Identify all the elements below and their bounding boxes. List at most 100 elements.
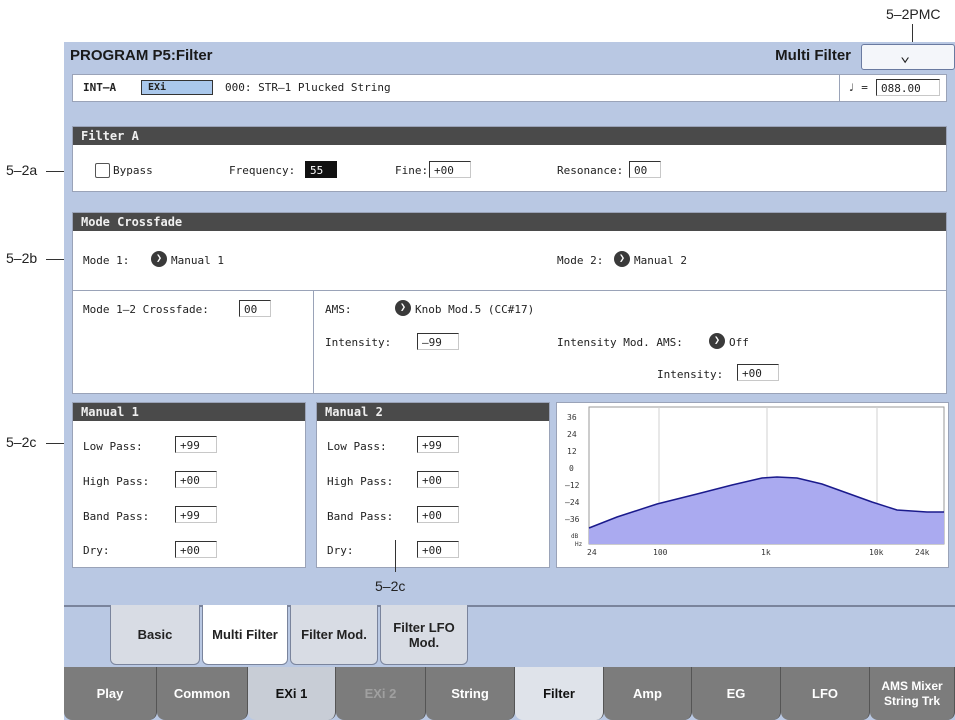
ams-label: AMS: (325, 303, 352, 316)
chevron-right-icon: ❯ (618, 253, 626, 264)
frequency-label: Frequency: (229, 164, 296, 177)
unit-db: dB (571, 533, 579, 540)
mode1-value: Manual 1 (171, 254, 224, 267)
x-tick-label: 24 (587, 548, 597, 557)
m1-band-pass-label: Band Pass: (83, 510, 150, 523)
program-screen: PROGRAM P5:Filter Multi Filter ⌄ INT–A E… (64, 42, 955, 720)
m2-dry-field[interactable]: +00 (417, 541, 459, 558)
mode2-popup-button[interactable]: ❯ (614, 251, 630, 267)
tab-play[interactable]: Play (64, 667, 157, 720)
intensity-label: Intensity: (325, 336, 392, 349)
program-name[interactable]: 000: STR–1 Plucked String (225, 81, 391, 94)
fine-label: Fine: (395, 164, 429, 177)
callout-5-2c-bottom: 5–2c (375, 578, 406, 594)
tab-amp[interactable]: Amp (604, 667, 692, 720)
y-tick-label: –24 (565, 498, 580, 507)
tab-filter-lfo-mod[interactable]: Filter LFO Mod. (380, 605, 468, 665)
manual1-header: Manual 1 (73, 403, 305, 421)
manual2-header: Manual 2 (317, 403, 549, 421)
y-tick-label: 24 (567, 430, 577, 439)
tab-lfo[interactable]: LFO (781, 667, 870, 720)
m1-dry-field[interactable]: +00 (175, 541, 217, 558)
intensity-mod-ams-label: Intensity Mod. AMS: (557, 336, 683, 349)
m1-high-pass-label: High Pass: (83, 475, 150, 488)
bypass-label: Bypass (113, 164, 153, 177)
mode2-label: Mode 2: (557, 254, 604, 267)
mode1-popup-button[interactable]: ❯ (151, 251, 167, 267)
m1-dry-label: Dry: (83, 544, 110, 557)
title-bar: PROGRAM P5:Filter Multi Filter ⌄ (64, 42, 955, 70)
callout-pmc: 5–2PMC (886, 6, 941, 22)
engine-badge: EXi (141, 80, 213, 95)
page-tab-bar: Basic Multi Filter Filter Mod. Filter LF… (64, 605, 955, 669)
chevron-right-icon: ❯ (155, 253, 163, 264)
tab-eg[interactable]: EG (692, 667, 781, 720)
m1-low-pass-field[interactable]: +99 (175, 436, 217, 453)
filter-response-svg: 36 24 12 0 –12 –24 –36 dB Hz 24 100 1k 1… (565, 406, 945, 557)
filter-response-graph: 36 24 12 0 –12 –24 –36 dB Hz 24 100 1k 1… (556, 402, 949, 568)
bypass-checkbox[interactable] (95, 163, 110, 178)
tab-exi-2[interactable]: EXi 2 (336, 667, 426, 720)
callout-5-2a: 5–2a (6, 162, 38, 178)
page-menu-button[interactable]: ⌄ (861, 44, 955, 70)
intensity2-field[interactable]: +00 (737, 364, 779, 381)
tab-ams-mixer-string-trk[interactable]: AMS Mixer String Trk (870, 667, 955, 720)
page-title: PROGRAM P5:Filter (70, 47, 213, 64)
frequency-field[interactable]: 55 (305, 161, 337, 178)
x-tick-label: 10k (869, 548, 884, 557)
intensity-mod-ams-popup-button[interactable]: ❯ (709, 333, 725, 349)
intensity2-label: Intensity: (657, 368, 724, 381)
m2-band-pass-field[interactable]: +00 (417, 506, 459, 523)
y-tick-label: 36 (567, 413, 577, 422)
ams-popup-button[interactable]: ❯ (395, 300, 411, 316)
crossfade-ams-panel: Mode 1–2 Crossfade: 00 AMS: ❯ Knob Mod.5… (72, 290, 947, 394)
tab-basic[interactable]: Basic (110, 605, 200, 665)
intensity-mod-ams-value: Off (729, 336, 749, 349)
y-tick-label: 0 (569, 464, 574, 473)
mode-crossfade-panel: Mode Crossfade Mode 1: ❯ Manual 1 Mode 2… (72, 212, 947, 292)
tab-exi-1[interactable]: EXi 1 (248, 667, 336, 720)
filter-a-header: Filter A (73, 127, 946, 145)
unit-hz: Hz (575, 541, 583, 548)
x-tick-label: 100 (653, 548, 668, 557)
m2-low-pass-label: Low Pass: (327, 440, 387, 453)
callout-5-2b: 5–2b (6, 250, 38, 266)
fine-field[interactable]: +00 (429, 161, 471, 178)
mode1-label: Mode 1: (83, 254, 130, 267)
crossfade-field[interactable]: 00 (239, 300, 271, 317)
m1-band-pass-field[interactable]: +99 (175, 506, 217, 523)
divider (313, 291, 314, 393)
y-tick-label: –36 (565, 515, 580, 524)
page-menu-label: Multi Filter (775, 47, 851, 64)
tab-filter[interactable]: Filter (515, 667, 604, 720)
tempo-symbol: ♩ = (848, 81, 868, 94)
graph-y-ticks: 36 24 12 0 –12 –24 –36 (565, 413, 580, 524)
divider (839, 75, 840, 101)
tab-string[interactable]: String (426, 667, 515, 720)
x-tick-label: 1k (761, 548, 771, 557)
filter-a-panel: Filter A Bypass Frequency: 55 Fine: +00 … (72, 126, 947, 192)
m2-high-pass-label: High Pass: (327, 475, 394, 488)
ams-value: Knob Mod.5 (CC#17) (415, 303, 535, 316)
tab-multi-filter[interactable]: Multi Filter (202, 605, 288, 665)
callout-5-2c: 5–2c (6, 434, 37, 450)
m1-high-pass-field[interactable]: +00 (175, 471, 217, 488)
m2-low-pass-field[interactable]: +99 (417, 436, 459, 453)
mode-crossfade-header: Mode Crossfade (73, 213, 946, 231)
m2-band-pass-label: Band Pass: (327, 510, 394, 523)
manual2-panel: Manual 2 Low Pass: +99 High Pass: +00 Ba… (316, 402, 550, 568)
tempo-field[interactable]: 088.00 (876, 79, 940, 96)
tab-common[interactable]: Common (157, 667, 248, 720)
resonance-field[interactable]: 00 (629, 161, 661, 178)
x-tick-label: 24k (915, 548, 930, 557)
m2-high-pass-field[interactable]: +00 (417, 471, 459, 488)
chevron-down-icon: ⌄ (900, 46, 911, 66)
m1-low-pass-label: Low Pass: (83, 440, 143, 453)
main-tab-bar: Play Common EXi 1 EXi 2 String Filter Am… (64, 667, 955, 720)
intensity-field[interactable]: –99 (417, 333, 459, 350)
mode2-value: Manual 2 (634, 254, 687, 267)
chevron-right-icon: ❯ (399, 302, 407, 313)
bank-label: INT–A (83, 81, 117, 94)
tab-filter-mod[interactable]: Filter Mod. (290, 605, 378, 665)
callout-5-2c-bottom-leader (395, 540, 396, 572)
